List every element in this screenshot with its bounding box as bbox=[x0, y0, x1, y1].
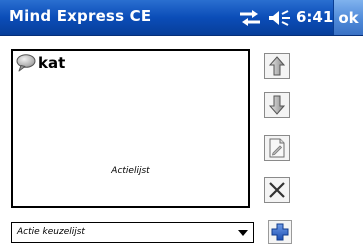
action-dropdown-value: Actie keuzelijst bbox=[17, 227, 85, 237]
speaker-icon[interactable] bbox=[268, 9, 292, 27]
plus-icon bbox=[271, 223, 289, 241]
edit-document-icon bbox=[269, 138, 285, 158]
window-title: Mind Express CE bbox=[9, 7, 152, 25]
list-item-label: kat bbox=[38, 54, 66, 72]
action-list[interactable]: kat Actielijst bbox=[11, 49, 250, 208]
action-dropdown[interactable]: Actie keuzelijst bbox=[11, 222, 254, 243]
delete-button[interactable] bbox=[264, 177, 290, 203]
ok-button[interactable]: ok bbox=[333, 0, 363, 35]
list-caption: Actielijst bbox=[111, 166, 150, 176]
title-bar: Mind Express CE 6:41 ok bbox=[0, 0, 363, 36]
up-arrow-icon bbox=[269, 56, 285, 76]
move-down-button[interactable] bbox=[264, 92, 290, 118]
chevron-down-icon[interactable] bbox=[238, 230, 248, 236]
list-item[interactable]: kat bbox=[16, 54, 65, 72]
edit-button[interactable] bbox=[264, 135, 290, 161]
connectivity-icon[interactable] bbox=[238, 9, 262, 27]
speech-bubble-icon bbox=[16, 54, 36, 72]
down-arrow-icon bbox=[269, 95, 285, 115]
move-up-button[interactable] bbox=[264, 53, 290, 79]
clock[interactable]: 6:41 bbox=[296, 8, 333, 26]
screen: Mind Express CE 6:41 ok kat Actielijst A… bbox=[0, 0, 363, 249]
delete-x-icon bbox=[269, 182, 285, 198]
ok-button-label: ok bbox=[338, 8, 359, 27]
add-button[interactable] bbox=[268, 220, 292, 244]
